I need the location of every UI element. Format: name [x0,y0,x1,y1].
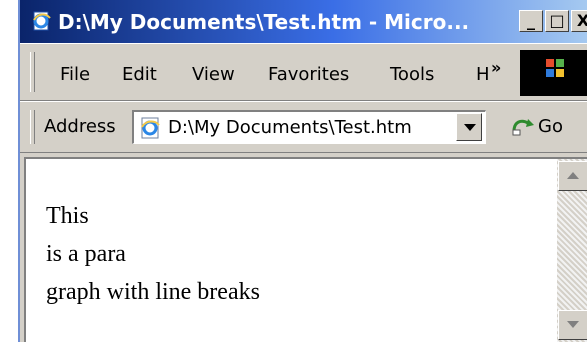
paragraph-line: is a para [46,241,126,267]
address-value: D:\My Documents\Test.htm [168,117,412,138]
windows-logo-box [520,50,587,96]
paragraph-line: This [46,203,89,229]
toolbar-grip[interactable] [30,52,35,92]
menu-tools[interactable]: Tools [390,64,434,86]
scroll-up-button[interactable] [558,161,587,191]
address-label: Address [44,116,116,137]
windows-logo-icon [546,59,564,77]
menu-help[interactable]: H [476,64,490,86]
ie-page-icon [33,11,51,31]
minimize-button[interactable]: _ [519,10,543,32]
address-dropdown-button[interactable] [456,113,482,141]
window-title: D:\My Documents\Test.htm - Micro... [58,10,470,34]
menu-file[interactable]: File [60,64,90,86]
go-button[interactable]: Go [508,112,578,142]
menu-edit[interactable]: Edit [122,64,157,86]
title-bar[interactable]: D:\My Documents\Test.htm - Micro... _ □ … [20,0,587,43]
paragraph: This is a para graph with line breaks [46,197,260,311]
browser-window: D:\My Documents\Test.htm - Micro... _ □ … [18,0,587,342]
menu-bar: File Edit View Favorites Tools H » [20,43,587,101]
document-view[interactable]: This is a para graph with line breaks [24,157,587,342]
background-strip [0,0,18,342]
browser-frame: D:\My Documents\Test.htm - Micro... _ □ … [0,0,587,342]
address-bar: Address D:\My Documents\Test.htm Go [20,101,587,153]
menu-view[interactable]: View [192,64,235,86]
maximize-button[interactable]: □ [545,10,569,32]
address-grip[interactable] [30,110,35,144]
go-label: Go [538,116,563,137]
ie-page-icon [141,117,160,139]
address-input[interactable]: D:\My Documents\Test.htm [132,110,486,144]
close-button[interactable]: X [571,10,587,32]
paragraph-line: graph with line breaks [46,279,260,305]
go-arrow-icon [512,119,534,136]
scroll-down-button[interactable] [558,310,587,340]
menu-overflow-chevron[interactable]: » [491,58,501,77]
menu-favorites[interactable]: Favorites [268,64,349,86]
vertical-scrollbar[interactable] [557,159,587,342]
